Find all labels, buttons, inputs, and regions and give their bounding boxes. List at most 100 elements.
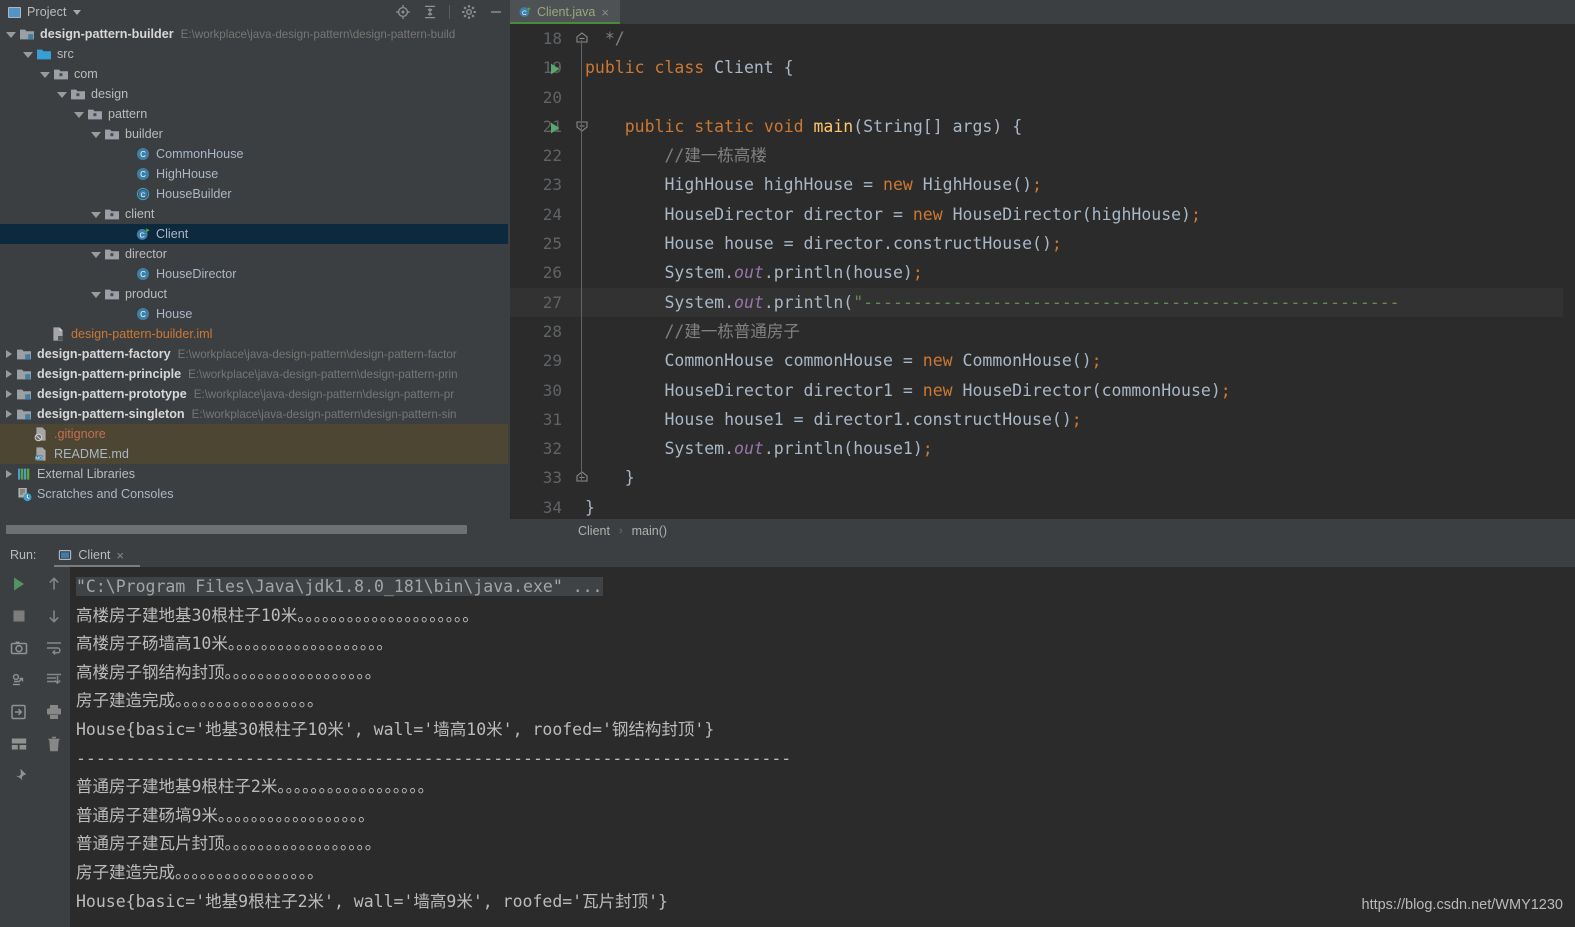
- stop-icon[interactable]: [10, 607, 28, 625]
- editor-tab-client-java[interactable]: C Client.java ×: [510, 0, 620, 24]
- run-gutter-icon[interactable]: [548, 61, 562, 75]
- chevron-right-icon[interactable]: [6, 410, 12, 418]
- tree-node-com[interactable]: com: [0, 64, 510, 84]
- soft-wrap-icon[interactable]: [45, 639, 63, 657]
- code-editor[interactable]: 18 */19public class Client {2021 public …: [510, 24, 1575, 519]
- tree-node-client[interactable]: C Client: [0, 224, 510, 244]
- tree-node-builder[interactable]: builder: [0, 124, 510, 144]
- chevron-down-icon[interactable]: [72, 9, 81, 15]
- tree-node-design-pattern-builder[interactable]: design-pattern-builder E:\workplace\java-…: [0, 24, 510, 44]
- line-number: 32: [542, 439, 562, 459]
- code-text: House house1 = director1.constructHouse(…: [585, 409, 1082, 429]
- tree-node-design-pattern-principle[interactable]: design-pattern-principle E:\workplace\jav…: [0, 364, 510, 384]
- layout-icon[interactable]: [10, 735, 28, 753]
- tree-node-design[interactable]: design: [0, 84, 510, 104]
- module-icon: [17, 409, 31, 420]
- code-line[interactable]: 18 */: [510, 24, 1575, 53]
- tree-node-highhouse[interactable]: C HighHouse: [0, 164, 510, 184]
- tree-node-external-libraries[interactable]: External Libraries: [0, 464, 510, 484]
- code-line[interactable]: 28 //建一栋普通房子: [510, 317, 1575, 346]
- code-line[interactable]: 31 House house1 = director1.constructHou…: [510, 405, 1575, 434]
- rerun-icon[interactable]: [10, 575, 28, 593]
- scrollbar-thumb[interactable]: [6, 525, 467, 534]
- chevron-down-icon[interactable]: [23, 52, 33, 58]
- code-line[interactable]: 32 System.out.println(house1);: [510, 434, 1575, 463]
- camera-icon[interactable]: [10, 639, 28, 657]
- tree-node-director[interactable]: director: [0, 244, 510, 264]
- tree-node-scratches-and-consoles[interactable]: Scratches and Consoles: [0, 484, 510, 504]
- trash-icon[interactable]: [45, 735, 63, 753]
- locate-icon[interactable]: [395, 4, 411, 20]
- minimize-icon[interactable]: [488, 4, 504, 20]
- tree-node-design-pattern-prototype[interactable]: design-pattern-prototype E:\workplace\jav…: [0, 384, 510, 404]
- tree-node-commonhouse[interactable]: C CommonHouse: [0, 144, 510, 164]
- tree-node-pattern[interactable]: pattern: [0, 104, 510, 124]
- tree-node-gitignore[interactable]: .gitignore: [0, 424, 510, 444]
- tree-node-housebuilder[interactable]: C HouseBuilder: [0, 184, 510, 204]
- iml-file-icon: [53, 327, 63, 341]
- console-line: 高楼房子钢结构封顶。。。。。。。。。。。。。。。。。。: [76, 662, 382, 682]
- tree-node-label: Client: [156, 227, 189, 241]
- chevron-right-icon[interactable]: [6, 350, 12, 358]
- code-line[interactable]: 25 House house = director.constructHouse…: [510, 229, 1575, 258]
- close-icon[interactable]: ×: [601, 6, 609, 19]
- breadcrumb-class[interactable]: Client: [578, 524, 610, 538]
- tree-node-src[interactable]: src: [0, 44, 510, 64]
- thread-dump-icon[interactable]: [10, 671, 28, 689]
- tree-node-readme-md[interactable]: MD README.md: [0, 444, 510, 464]
- code-line[interactable]: 24 HouseDirector director = new HouseDir…: [510, 200, 1575, 229]
- tree-node-product[interactable]: product: [0, 284, 510, 304]
- pin-icon[interactable]: [10, 767, 28, 785]
- run-gutter-icon[interactable]: [548, 120, 562, 134]
- package-icon: [105, 129, 119, 140]
- breadcrumb-method[interactable]: main(): [632, 524, 667, 538]
- scroll-to-end-icon[interactable]: [45, 671, 63, 689]
- scroll-up-icon[interactable]: [45, 575, 63, 593]
- console-line: House{basic='地基9根柱子2米', wall='墙高9米', roo…: [76, 891, 668, 911]
- collapse-all-icon[interactable]: [422, 4, 438, 20]
- gear-icon[interactable]: [461, 4, 477, 20]
- chevron-down-icon[interactable]: [40, 72, 50, 78]
- print-icon[interactable]: [45, 703, 63, 721]
- chevron-right-icon[interactable]: [6, 390, 12, 398]
- chevron-down-icon[interactable]: [91, 132, 101, 138]
- console-line: House{basic='地基30根柱子10米', wall='墙高10米', …: [76, 719, 715, 739]
- code-line[interactable]: 29 CommonHouse commonHouse = new CommonH…: [510, 346, 1575, 375]
- tree-node-design-pattern-singleton[interactable]: design-pattern-singleton E:\workplace\jav…: [0, 404, 510, 424]
- code-line[interactable]: 33 }: [510, 463, 1575, 492]
- scroll-down-icon[interactable]: [45, 607, 63, 625]
- code-line[interactable]: 27 System.out.println("-----------------…: [510, 287, 1575, 317]
- close-icon[interactable]: ×: [116, 549, 124, 562]
- console-output[interactable]: "C:\Program Files\Java\jdk1.8.0_181\bin\…: [70, 567, 1575, 927]
- code-line[interactable]: 34}: [510, 493, 1575, 519]
- project-tree[interactable]: design-pattern-builder E:\workplace\java-…: [0, 24, 510, 523]
- code-text: House house = director.constructHouse();: [585, 234, 1062, 254]
- tree-node-label: src: [57, 47, 74, 61]
- chevron-right-icon[interactable]: [6, 370, 12, 378]
- code-line[interactable]: 20: [510, 83, 1575, 112]
- chevron-down-icon[interactable]: [57, 92, 67, 98]
- chevron-right-icon[interactable]: [6, 470, 12, 478]
- code-line[interactable]: 21 public static void main(String[] args…: [510, 112, 1575, 141]
- chevron-down-icon[interactable]: [74, 112, 84, 118]
- run-tab-client[interactable]: Client ×: [54, 543, 141, 567]
- svg-text:C: C: [140, 150, 146, 159]
- code-line[interactable]: 19public class Client {: [510, 53, 1575, 82]
- console-line: ----------------------------------------…: [76, 748, 792, 768]
- chevron-down-icon[interactable]: [91, 292, 101, 298]
- chevron-down-icon[interactable]: [6, 32, 16, 38]
- code-line[interactable]: 26 System.out.println(house);: [510, 258, 1575, 287]
- tree-node-design-pattern-builder-iml[interactable]: design-pattern-builder.iml: [0, 324, 510, 344]
- tree-node-housedirector[interactable]: C HouseDirector: [0, 264, 510, 284]
- code-line[interactable]: 22 //建一栋高楼: [510, 141, 1575, 170]
- chevron-down-icon[interactable]: [91, 212, 101, 218]
- tree-node-design-pattern-factory[interactable]: design-pattern-factory E:\workplace\java-…: [0, 344, 510, 364]
- tree-node-client[interactable]: client: [0, 204, 510, 224]
- run-toolbar-secondary: [38, 567, 70, 927]
- tree-node-house[interactable]: C House: [0, 304, 510, 324]
- export-icon[interactable]: [10, 703, 28, 721]
- code-line[interactable]: 30 HouseDirector director1 = new HouseDi…: [510, 376, 1575, 405]
- code-line[interactable]: 23 HighHouse highHouse = new HighHouse()…: [510, 170, 1575, 199]
- project-horizontal-scrollbar[interactable]: [6, 525, 504, 534]
- chevron-down-icon[interactable]: [91, 252, 101, 258]
